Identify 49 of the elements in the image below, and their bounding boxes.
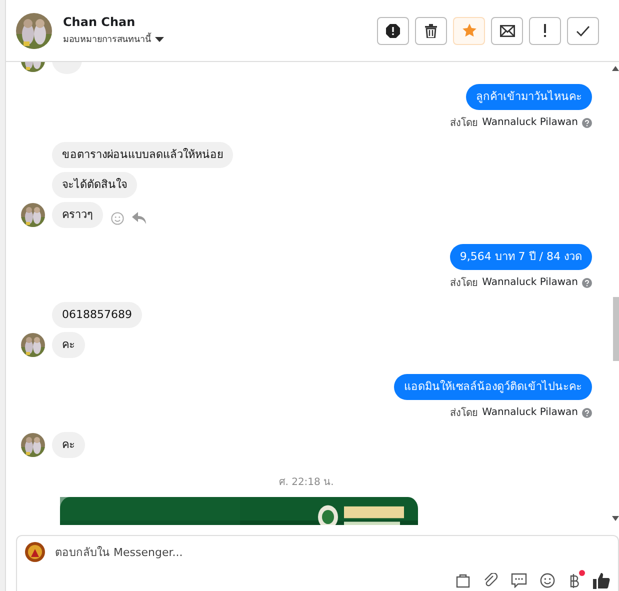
sent-message: ลูกค้าเข้ามาวันไหนคะ [466, 84, 592, 110]
sent-by-label: ส่งโดย [450, 116, 478, 130]
follow-up-button[interactable] [529, 16, 561, 44]
spam-button[interactable] [377, 16, 409, 44]
sender-name: Wannaluck Pilawan [482, 117, 578, 128]
delete-button[interactable] [415, 16, 447, 44]
done-button[interactable] [567, 16, 599, 44]
alert-icon [386, 24, 400, 38]
scroll-down-icon[interactable] [612, 516, 619, 521]
received-message: จะได้ตัดสินใจ [52, 172, 137, 198]
exclamation-icon [543, 24, 547, 38]
sender-name: Wannaluck Pilawan [482, 407, 578, 418]
scroll-up-icon[interactable] [612, 66, 619, 71]
assign-dropdown[interactable]: มอบหมายการสนทนานี้ [63, 32, 377, 46]
page-avatar [25, 542, 45, 562]
help-icon [582, 408, 592, 418]
reply-icon[interactable] [132, 212, 146, 224]
check-icon [576, 24, 590, 36]
caret-icon [155, 36, 164, 42]
star-icon [462, 23, 476, 38]
sent-message: แอดมินให้เซลล์น้องดูว์ติดเข้าไปนะคะ [394, 374, 592, 400]
bag-icon[interactable] [456, 573, 470, 588]
thumbs-up-icon[interactable] [593, 572, 610, 589]
received-message: คะ [52, 332, 85, 358]
smiley-icon[interactable] [540, 573, 555, 588]
profile-avatar [16, 12, 52, 48]
help-icon [582, 118, 592, 128]
contact-name: Chan Chan [63, 15, 136, 29]
sent-by-label: ส่งโดย [450, 406, 478, 420]
envelope-icon [500, 24, 514, 36]
received-message: ขอตารางผ่อนแบบลดแล้วให้หน่อย [52, 142, 233, 168]
sender-name: Wannaluck Pilawan [482, 277, 578, 288]
star-button[interactable] [453, 16, 485, 44]
received-message: คราวๆ [52, 202, 103, 228]
avatar [21, 433, 45, 457]
avatar [21, 333, 45, 357]
timestamp: ศ. 22:18 น. [278, 476, 335, 489]
speech-bubble-icon[interactable] [511, 573, 527, 588]
paperclip-icon[interactable] [483, 573, 498, 588]
received-message: คะ [52, 432, 85, 458]
sent-message: 9,564 บาท 7 ปี / 84 งวด [450, 244, 592, 270]
baht-icon[interactable] [568, 572, 580, 588]
avatar [21, 203, 45, 227]
received-message: 0618857689 [52, 302, 142, 328]
scroll-thumb[interactable] [613, 297, 619, 361]
unread-button[interactable] [491, 16, 523, 44]
sent-by-label: ส่งโดย [450, 276, 478, 290]
trash-icon [425, 24, 437, 38]
help-icon [582, 278, 592, 288]
